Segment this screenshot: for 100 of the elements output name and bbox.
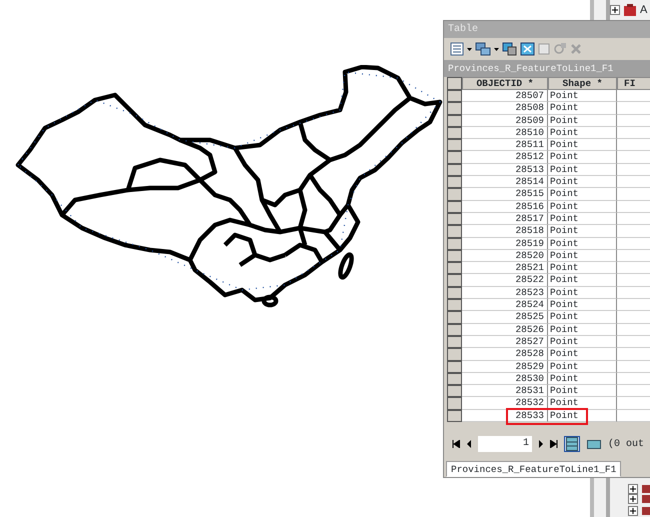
table-cell: 28525 [462,311,548,324]
expand-icon[interactable] [628,484,638,494]
table-cell: Point [548,114,617,127]
row-selector[interactable] [447,250,462,262]
table-cell: Point [548,164,617,176]
previous-page-icon[interactable] [466,440,472,448]
row-selector[interactable] [447,410,462,422]
table-cell: Point [548,102,617,115]
layer-tab[interactable]: Provinces_R_FeatureToLine1_F1 [446,461,622,478]
next-page-icon[interactable] [538,440,544,448]
table-cell: Point [548,286,617,300]
last-page-icon[interactable] [550,440,558,448]
table-cell: Point [548,360,617,373]
table-cell: 28521 [462,262,548,274]
tree-item-label[interactable]: A [640,4,648,16]
table-cell: Point [548,126,617,140]
table-cell: Point [548,397,617,410]
row-selector[interactable] [447,336,462,348]
table-cell: 28514 [462,176,548,188]
table-cell: 28515 [462,188,548,201]
table-cell: 28524 [462,299,548,312]
table-cell: 28511 [462,139,548,152]
page-field[interactable]: 1 [478,436,532,452]
row-selector[interactable] [447,176,462,188]
table-cell: Point [548,176,617,188]
row-selector[interactable] [447,212,462,226]
table-cell: Point [548,311,617,324]
row-selector[interactable] [447,299,462,312]
caret-icon[interactable] [494,48,499,50]
table-cell: 28519 [462,238,548,250]
row-selector[interactable] [447,397,462,410]
column-header[interactable]: OBJECTID * [462,77,548,90]
table-cell: Point [548,238,617,250]
table-cell: 28528 [462,348,548,361]
switch-selection-icon[interactable] [520,42,535,56]
row-selector[interactable] [447,102,462,115]
select-by-attributes-icon[interactable] [502,42,517,56]
table-cell: Point [548,336,617,348]
row-selector[interactable] [447,238,462,250]
row-selector[interactable] [447,360,462,373]
table-cell: 28513 [462,164,548,176]
table-cell: Point [548,348,617,361]
column-header[interactable]: Shape * [548,77,617,90]
table-cell: 28508 [462,102,548,115]
row-selector[interactable] [447,286,462,300]
first-page-icon[interactable] [452,440,460,448]
table-cell: 28529 [462,360,548,373]
table-cell: 28523 [462,286,548,300]
table-cell: Point [548,90,617,102]
row-selector[interactable] [447,348,462,361]
table-cell: 28518 [462,225,548,238]
table-cell: Point [548,151,617,164]
clear-selection-icon [538,43,550,55]
record-count: (0 out [608,438,644,452]
related-tables-icon[interactable] [475,42,491,56]
row-selector[interactable] [447,126,462,140]
table-cell: 28530 [462,372,548,386]
header-selector[interactable] [447,77,462,90]
table-cell: Point [548,212,617,226]
table-cell: 28520 [462,250,548,262]
table-cell: Point [548,250,617,262]
view-button[interactable] [564,436,580,452]
delete-icon [570,43,582,55]
table-cell: Point [548,274,617,287]
row-selector[interactable] [447,114,462,127]
row-selector[interactable] [447,324,462,336]
table-cell: 28507 [462,90,548,102]
row-selector[interactable] [447,139,462,152]
expand-icon[interactable] [628,494,638,504]
table-cell: 28512 [462,151,548,164]
row-selector[interactable] [447,311,462,324]
table-cell: Point [548,262,617,274]
table-cell: 28517 [462,212,548,226]
table-cell: 28510 [462,126,548,140]
table-cell: Point [548,324,617,336]
table-cell: 28522 [462,274,548,287]
row-selector[interactable] [447,225,462,238]
window-title: Table [444,21,650,38]
row-selector[interactable] [447,164,462,176]
table-cell: Point [548,372,617,386]
row-selector[interactable] [447,274,462,287]
row-selector[interactable] [447,188,462,201]
row-selector[interactable] [447,262,462,274]
layer-name: Provinces_R_FeatureToLine1_F1 [444,60,650,77]
table-cell: Point [548,299,617,312]
table-cell: 28531 [462,385,548,398]
caret-icon[interactable] [467,48,472,50]
row-selector[interactable] [447,200,462,213]
table-options-icon[interactable] [450,42,464,56]
row-selector[interactable] [447,90,462,102]
row-selector[interactable] [447,372,462,386]
column-header[interactable]: FI [617,77,650,90]
zoom-to-selected-icon [553,42,567,56]
table-cell: Point [548,385,617,398]
expand-icon[interactable] [628,506,638,516]
table-cell: 28516 [462,200,548,213]
row-selector[interactable] [447,151,462,164]
row-selector[interactable] [447,385,462,398]
table-cell: 28527 [462,336,548,348]
expand-icon[interactable] [610,5,620,15]
